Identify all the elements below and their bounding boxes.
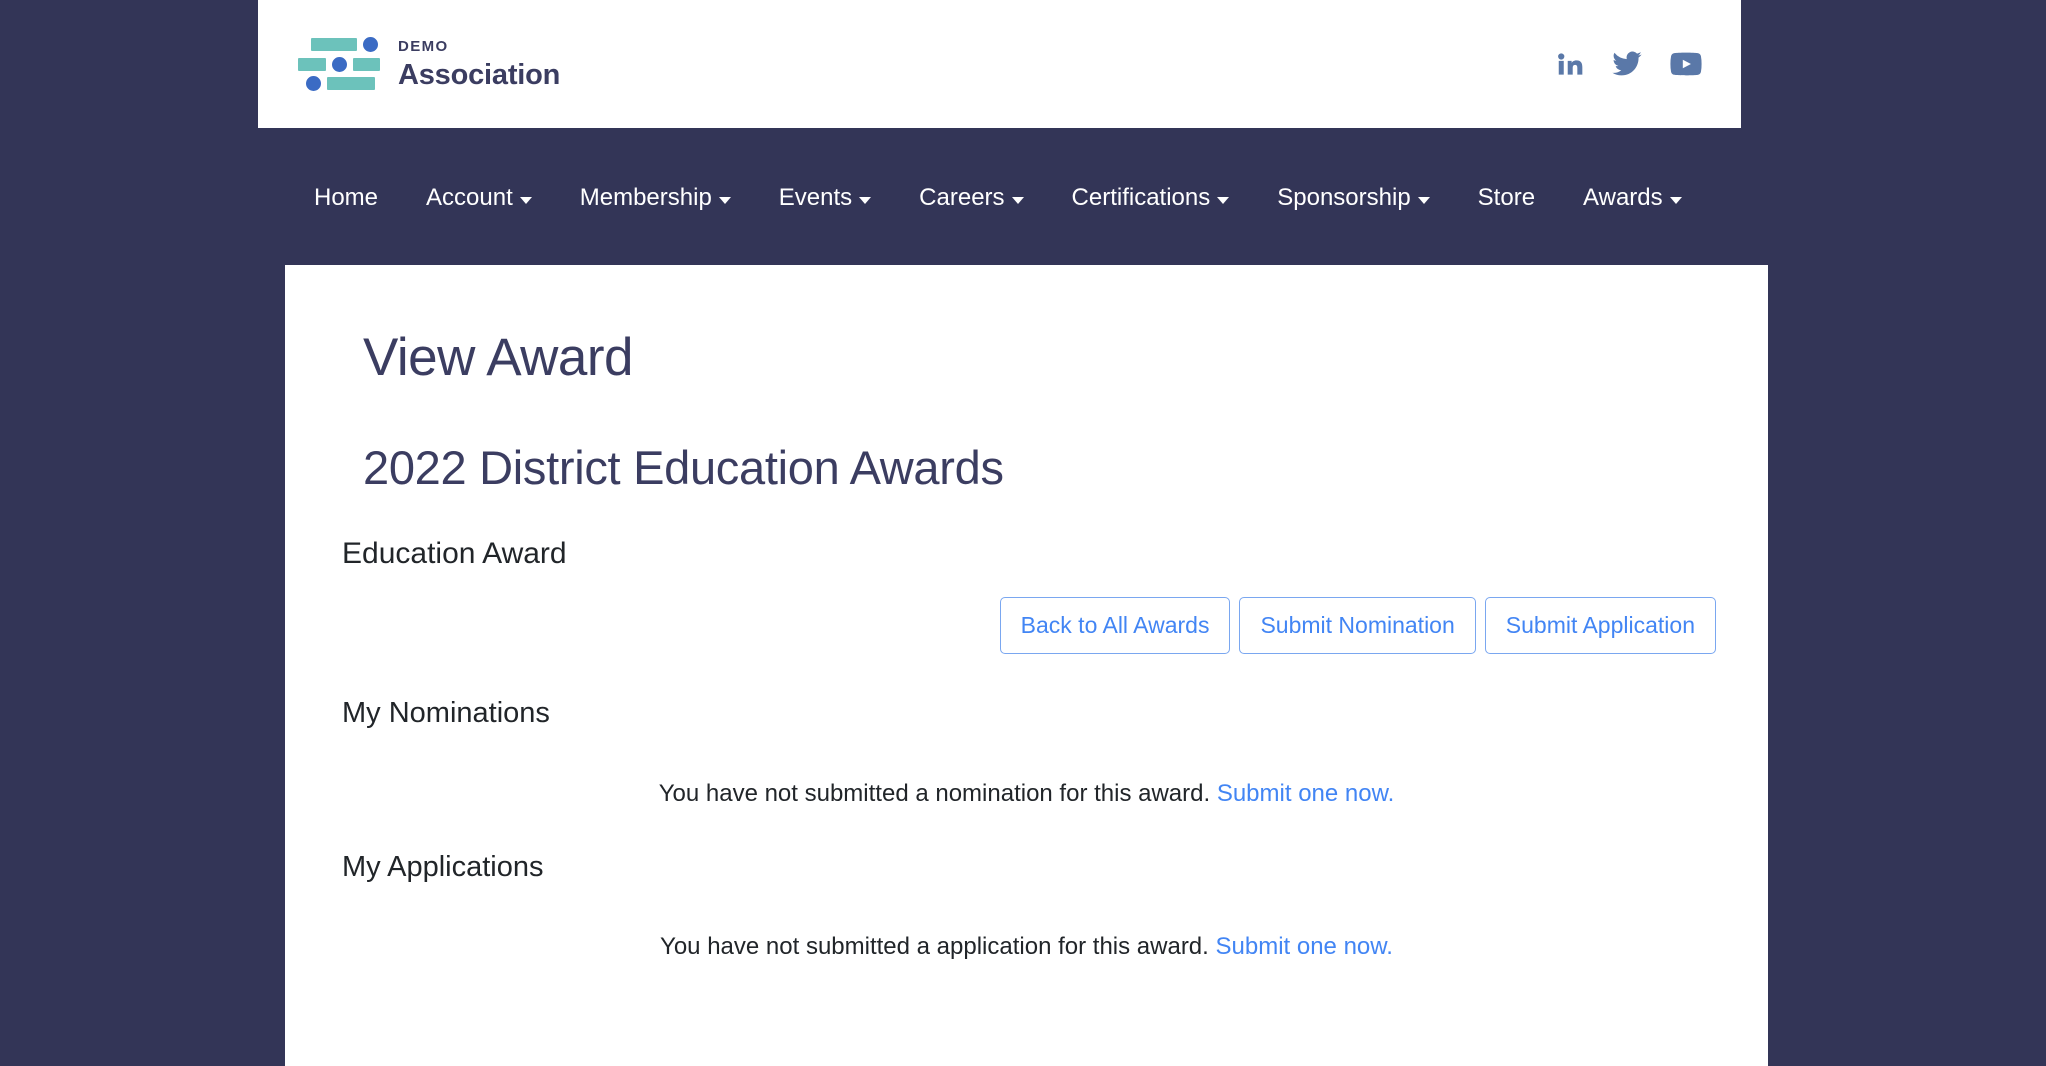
nav-item-certifications[interactable]: Certifications	[1048, 178, 1254, 218]
award-action-buttons: Back to All Awards Submit Nomination Sub…	[337, 597, 1716, 655]
nav-item-label: Home	[314, 184, 379, 211]
applications-empty-message: You have not submitted a application for…	[337, 884, 1716, 961]
chevron-down-icon	[718, 196, 731, 204]
brand-eyebrow: DEMO	[398, 37, 449, 55]
nav-item-label: Store	[1477, 184, 1536, 211]
submit-application-button[interactable]: Submit Application	[1484, 597, 1716, 655]
chevron-down-icon	[1217, 196, 1230, 204]
brand-text: DEMO Association	[398, 39, 560, 90]
brand-name: Association	[398, 58, 561, 91]
site-header: DEMO Association	[258, 0, 1741, 128]
award-category-label: Education Award	[342, 537, 567, 570]
page-root: DEMO Association Home Account Membership…	[0, 0, 2046, 1066]
my-applications-heading: My Applications	[342, 851, 544, 884]
nav-item-store[interactable]: Store	[1454, 178, 1559, 218]
nav-item-label: Careers	[919, 184, 1005, 211]
nominations-empty-text: You have not submitted a nomination for …	[658, 780, 1211, 808]
nominations-empty-message: You have not submitted a nomination for …	[337, 730, 1716, 808]
twitter-icon[interactable]	[1611, 48, 1643, 80]
nav-item-events[interactable]: Events	[755, 178, 895, 218]
nav-item-awards[interactable]: Awards	[1559, 178, 1706, 218]
linkedin-icon[interactable]	[1555, 49, 1585, 79]
nav-item-label: Events	[778, 184, 853, 211]
brand-logo[interactable]: DEMO Association	[298, 37, 560, 91]
nav-item-label: Sponsorship	[1277, 184, 1411, 211]
submit-nomination-button[interactable]: Submit Nomination	[1239, 597, 1476, 655]
nav-item-careers[interactable]: Careers	[895, 178, 1047, 218]
chevron-down-icon	[519, 196, 532, 204]
nav-item-home[interactable]: Home	[300, 178, 402, 218]
content-card: View Award 2022 District Education Award…	[285, 265, 1768, 1066]
nav-item-label: Certifications	[1071, 184, 1211, 211]
social-links	[1555, 47, 1703, 81]
nav-item-label: Awards	[1583, 184, 1663, 211]
youtube-icon[interactable]	[1669, 47, 1703, 81]
nav-item-label: Account	[426, 184, 513, 211]
chevron-down-icon	[1011, 196, 1024, 204]
page-title: View Award	[363, 328, 634, 387]
nav-item-membership[interactable]: Membership	[556, 178, 755, 218]
nominations-submit-link[interactable]: Submit one now.	[1217, 780, 1394, 807]
nav-item-sponsorship[interactable]: Sponsorship	[1253, 178, 1453, 218]
chevron-down-icon	[859, 196, 872, 204]
applications-submit-link[interactable]: Submit one now.	[1216, 933, 1393, 960]
chevron-down-icon	[1417, 196, 1430, 204]
association-bars-logo-icon	[298, 37, 380, 91]
award-title: 2022 District Education Awards	[363, 441, 1004, 494]
chevron-down-icon	[1669, 196, 1682, 204]
back-to-all-awards-button[interactable]: Back to All Awards	[999, 597, 1231, 655]
nav-item-account[interactable]: Account	[402, 178, 556, 218]
nav-item-label: Membership	[579, 184, 712, 211]
applications-empty-text: You have not submitted a application for…	[660, 933, 1209, 961]
main-navigation: Home Account Membership Events Careers C…	[258, 128, 1741, 268]
my-nominations-heading: My Nominations	[342, 697, 550, 730]
